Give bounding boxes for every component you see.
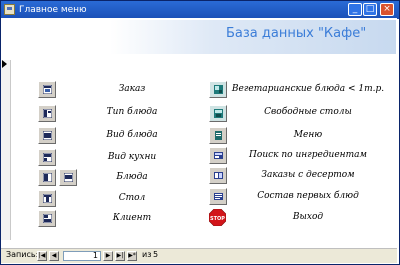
form-icon bbox=[64, 173, 73, 182]
database-title: База данных "Кафе" bbox=[226, 26, 367, 41]
query-icon bbox=[214, 109, 223, 118]
record-of-label: из bbox=[142, 250, 152, 259]
menu-label-tip-blyuda: Тип блюда bbox=[106, 107, 158, 117]
window-title: Главное меню bbox=[19, 5, 87, 15]
menu-label-ingredient-search: Поиск по ингредиентам bbox=[249, 150, 367, 160]
new-record-button[interactable]: ▶* bbox=[127, 251, 137, 261]
form-window-icon bbox=[4, 4, 15, 15]
first-record-button[interactable]: |◀ bbox=[37, 251, 47, 261]
menu-label-zakaz: Заказ bbox=[118, 84, 146, 94]
report-icon bbox=[215, 131, 222, 140]
form-icon bbox=[43, 173, 52, 182]
menu-label-menu: Меню bbox=[293, 130, 323, 140]
form-icon bbox=[43, 214, 52, 223]
current-record-field[interactable]: 1 bbox=[63, 251, 101, 261]
previous-record-button[interactable]: ◀ bbox=[49, 251, 59, 261]
form-icon bbox=[43, 109, 52, 118]
menu-label-blyuda: Блюда bbox=[116, 172, 148, 182]
open-blyuda-button[interactable] bbox=[38, 169, 56, 186]
record-navigation-bar: Запись: |◀ ◀ 1 ▶ ▶| ▶* из 5 bbox=[1, 248, 397, 263]
menu-label-vegetarian: Вегетарианские блюда < 1т.р. bbox=[231, 84, 385, 94]
open-dessert-orders-button[interactable] bbox=[209, 167, 227, 184]
record-caption: Запись: bbox=[6, 250, 39, 259]
maximize-button[interactable]: □ bbox=[363, 3, 377, 16]
form-icon bbox=[43, 153, 52, 162]
minimize-button[interactable]: _ bbox=[348, 3, 362, 16]
record-total: 5 bbox=[153, 250, 159, 259]
title-bar[interactable]: Главное меню _ □ × bbox=[1, 1, 399, 19]
query-icon bbox=[214, 85, 223, 94]
open-menu-report-button[interactable] bbox=[209, 127, 227, 144]
menu-label-first-courses: Состав первых блюд bbox=[257, 191, 359, 201]
open-blyuda-subform-button[interactable] bbox=[59, 169, 77, 186]
open-first-courses-button[interactable] bbox=[209, 188, 227, 205]
menu-label-vid-kuhni: Вид кухни bbox=[107, 152, 157, 162]
open-vegetarian-query-button[interactable] bbox=[209, 81, 227, 98]
form-icon bbox=[43, 131, 52, 140]
menu-label-dessert-orders: Заказы с десертом bbox=[261, 170, 355, 180]
open-vid-blyuda-button[interactable] bbox=[38, 127, 56, 144]
open-tip-blyuda-button[interactable] bbox=[38, 105, 56, 122]
menu-label-exit: Выход bbox=[292, 212, 324, 222]
current-record-arrow-icon bbox=[2, 60, 7, 68]
menu-label-klient: Клиент bbox=[112, 213, 152, 223]
last-record-button[interactable]: ▶| bbox=[115, 251, 125, 261]
open-stol-button[interactable] bbox=[38, 190, 56, 207]
next-record-button[interactable]: ▶ bbox=[103, 251, 113, 261]
menu-label-free-tables: Свободные столы bbox=[264, 107, 352, 117]
form-icon bbox=[43, 194, 52, 203]
open-zakaz-button[interactable] bbox=[38, 81, 56, 98]
record-selector[interactable] bbox=[1, 60, 11, 240]
form-icon bbox=[43, 85, 52, 94]
open-ingredient-search-button[interactable] bbox=[209, 147, 227, 164]
open-free-tables-button[interactable] bbox=[209, 105, 227, 122]
menu-label-vid-blyuda: Вид блюда bbox=[106, 130, 158, 140]
svg-text:STOP: STOP bbox=[210, 216, 225, 222]
query-icon bbox=[214, 172, 223, 179]
stop-icon[interactable]: STOP bbox=[209, 209, 226, 226]
menu-label-stol: Стол bbox=[118, 193, 146, 203]
query-icon bbox=[214, 193, 223, 200]
open-klient-button[interactable] bbox=[38, 210, 56, 227]
query-icon bbox=[214, 152, 223, 159]
close-button[interactable]: × bbox=[380, 3, 394, 16]
open-vid-kuhni-button[interactable] bbox=[38, 149, 56, 166]
